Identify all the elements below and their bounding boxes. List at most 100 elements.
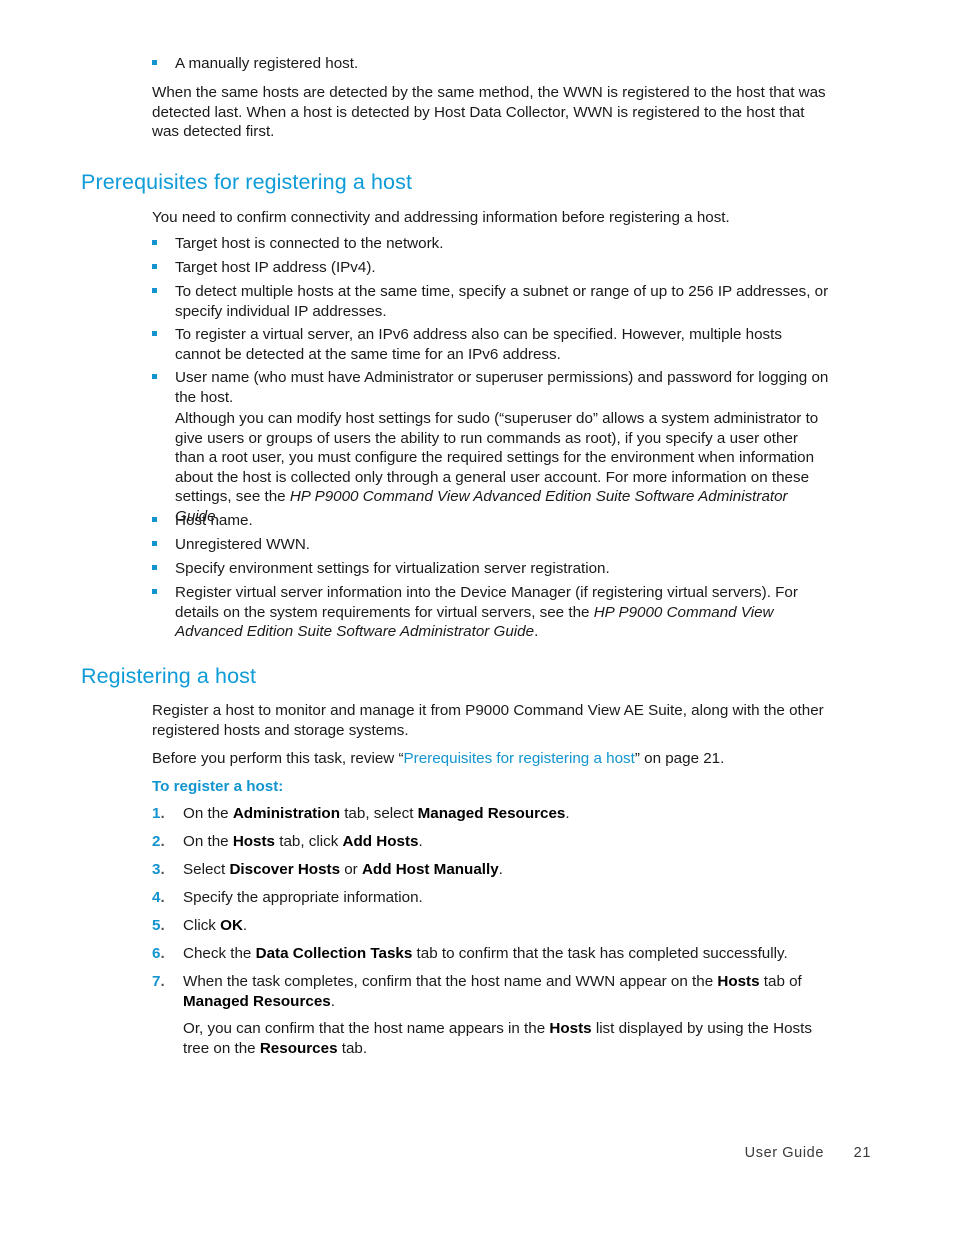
- text-run: or: [340, 861, 362, 878]
- sudo-note-paragraph: Although you can modify host settings fo…: [175, 409, 831, 527]
- emphasis-bold: Resources: [259, 1039, 338, 1057]
- list-item-label: Target host IP address (IPv4).: [175, 259, 376, 276]
- list-item: To detect multiple hosts at the same tim…: [152, 282, 831, 321]
- emphasis-bold: Discover Hosts: [229, 861, 341, 878]
- step-number: 7.: [152, 972, 176, 992]
- text-run: On the: [183, 805, 233, 822]
- step-text: Check the Data Collection Tasks tab to c…: [183, 944, 831, 964]
- section-heading-registering: Registering a host: [81, 664, 257, 688]
- text-run: .: [498, 861, 503, 878]
- text-run: Or, you can confirm that the host name a…: [183, 1020, 550, 1037]
- procedure-step: 6. Check the Data Collection Tasks tab t…: [152, 944, 831, 964]
- emphasis-bold: Managed Resources: [417, 805, 566, 822]
- emphasis-bold: Hosts: [232, 833, 276, 850]
- cross-reference-suffix: ” on page 21.: [634, 750, 725, 767]
- text-run: .: [418, 833, 423, 850]
- procedure-step: 2. On the Hosts tab, click Add Hosts.: [152, 832, 831, 852]
- step-number-dot: .: [160, 833, 165, 850]
- bullet-marker-icon: [152, 374, 157, 379]
- text-run: tab to confirm that the task has complet…: [412, 945, 788, 962]
- bullet-marker-icon: [152, 264, 157, 269]
- bullet-marker-icon: [152, 565, 157, 570]
- emphasis-bold: Data Collection Tasks: [255, 945, 413, 962]
- emphasis-bold: Hosts: [717, 973, 760, 990]
- bullet-marker-icon: [152, 589, 157, 594]
- procedure-step: 5. Click OK.: [152, 916, 831, 936]
- last-bullet-text-end: .: [534, 623, 539, 641]
- text-run: tab, select: [339, 805, 418, 822]
- list-item: Specify environment settings for virtual…: [152, 559, 831, 579]
- step-number-dot: .: [160, 889, 165, 906]
- cross-reference-prefix: Before you perform this task, review “: [152, 750, 404, 767]
- cross-reference-paragraph: Before you perform this task, review “Pr…: [152, 749, 831, 769]
- step-number-dot: .: [160, 945, 165, 962]
- list-item: User name (who must have Administrator o…: [152, 368, 831, 407]
- procedure-step: 1. On the Administration tab, select Man…: [152, 804, 831, 824]
- list-item: Unregistered WWN.: [152, 535, 831, 555]
- emphasis-bold: Administration: [232, 805, 340, 822]
- list-item: Register virtual server information into…: [152, 583, 831, 642]
- bullet-marker-icon: [152, 288, 157, 293]
- prerequisites-intro-paragraph: You need to confirm connectivity and add…: [152, 209, 730, 226]
- bullet-marker-icon: [152, 60, 157, 65]
- bullet-marker-icon: [152, 240, 157, 245]
- list-item-label: Specify environment settings for virtual…: [175, 560, 610, 577]
- page-footer: User Guide 21: [0, 1145, 954, 1167]
- list-item: A manually registered host.: [152, 54, 831, 74]
- cross-reference-link[interactable]: Prerequisites for registering a host: [404, 750, 635, 767]
- list-item: Target host IP address (IPv4).: [152, 258, 831, 278]
- document-page: A manually registered host. When the sam…: [0, 0, 954, 1235]
- step-text: On the Hosts tab, click Add Hosts.: [183, 832, 831, 852]
- procedure-step: 4. Specify the appropriate information.: [152, 888, 831, 908]
- footer-page-number: 21: [853, 1145, 871, 1161]
- text-run: tab, click: [275, 833, 343, 850]
- step-number: 3.: [152, 860, 176, 880]
- step-number-dot: .: [160, 805, 165, 822]
- step-number-dot: .: [160, 861, 165, 878]
- text-run: Click: [183, 917, 221, 934]
- step-number: 2.: [152, 832, 176, 852]
- procedure-title: To register a host:: [152, 778, 284, 795]
- step-text: When the task completes, confirm that th…: [183, 972, 831, 1011]
- step-number-dot: .: [160, 917, 165, 934]
- step-number: 5.: [152, 916, 176, 936]
- list-item-label: To register a virtual server, an IPv6 ad…: [175, 326, 782, 363]
- list-item-label: Register virtual server information into…: [175, 583, 831, 642]
- text-run: .: [242, 917, 248, 934]
- list-item-label: Target host is connected to the network.: [175, 235, 444, 252]
- text-run: When the task completes, confirm that th…: [183, 973, 718, 990]
- bullet-marker-icon: [152, 331, 157, 336]
- list-item-label: Host name.: [175, 512, 253, 529]
- text-run: On the: [183, 833, 233, 850]
- procedure-step: 7. When the task completes, confirm that…: [152, 972, 831, 1011]
- step-number-dot: .: [160, 973, 165, 990]
- text-run: .: [330, 992, 335, 1010]
- list-item: Target host is connected to the network.: [152, 234, 831, 254]
- procedure-step: 3. Select Discover Hosts or Add Host Man…: [152, 860, 831, 880]
- list-item: To register a virtual server, an IPv6 ad…: [152, 325, 831, 364]
- step7-followup-paragraph: Or, you can confirm that the host name a…: [183, 1019, 831, 1058]
- section-heading-prerequisites: Prerequisites for registering a host: [81, 170, 413, 194]
- step-text: Specify the appropriate information.: [183, 888, 831, 908]
- emphasis-bold: OK: [220, 917, 243, 934]
- text-run: .: [565, 805, 570, 822]
- emphasis-bold: Add Hosts: [342, 833, 419, 850]
- step-text: Click OK.: [183, 916, 831, 936]
- text-run: tab of: [759, 973, 802, 990]
- step-number: 1.: [152, 804, 176, 824]
- text-run: Specify the appropriate information.: [183, 889, 423, 906]
- step-text: On the Administration tab, select Manage…: [183, 804, 831, 824]
- list-item-label: To detect multiple hosts at the same tim…: [175, 283, 829, 320]
- emphasis-bold: Hosts: [549, 1020, 592, 1037]
- text-run: Check the: [183, 945, 256, 962]
- registering-intro-paragraph: Register a host to monitor and manage it…: [152, 702, 824, 739]
- bullet-marker-icon: [152, 541, 157, 546]
- step-number: 6.: [152, 944, 176, 964]
- emphasis-bold: Add Host Manually: [361, 861, 499, 878]
- footer-guide-label: User Guide: [744, 1145, 824, 1161]
- list-item-label: Unregistered WWN.: [175, 536, 311, 553]
- step-text: Select Discover Hosts or Add Host Manual…: [183, 860, 831, 880]
- list-item-label: A manually registered host.: [175, 55, 359, 72]
- text-run: tab.: [337, 1039, 368, 1057]
- intro-paragraph: When the same hosts are detected by the …: [152, 84, 826, 141]
